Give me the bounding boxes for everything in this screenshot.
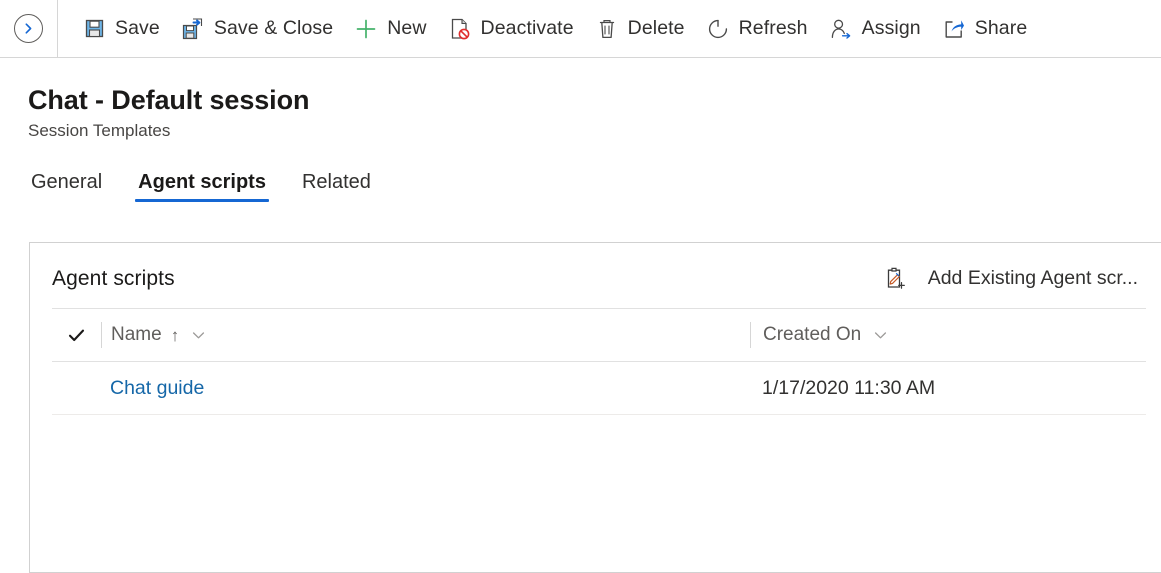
expand-pane-button[interactable]: [14, 14, 43, 43]
grid-body: Chat guide 1/17/2020 11:30 AM: [52, 362, 1146, 415]
refresh-button[interactable]: Refresh: [696, 7, 819, 51]
entity-subtitle: Session Templates: [28, 121, 171, 140]
plus-icon: [355, 18, 377, 40]
record-link-chat-guide[interactable]: Chat guide: [110, 377, 204, 399]
share-button[interactable]: Share: [932, 7, 1039, 51]
add-existing-button-label: Add Existing Agent scr...: [927, 267, 1138, 289]
table-row[interactable]: Chat guide 1/17/2020 11:30 AM: [52, 362, 1146, 415]
assign-button-label: Assign: [861, 17, 921, 39]
command-bar: Save Save & Close New Deactivate Delete …: [0, 0, 1161, 58]
save-and-close-button[interactable]: Save & Close: [171, 7, 344, 51]
cell-created-on: 1/17/2020 11:30 AM: [762, 376, 936, 399]
trash-icon: [596, 18, 618, 40]
add-existing-record-icon: [884, 267, 906, 290]
share-icon: [943, 18, 965, 40]
assign-button[interactable]: Assign: [819, 7, 932, 51]
tab-general[interactable]: General: [28, 170, 105, 202]
subgrid-title: Agent scripts: [52, 266, 175, 290]
save-and-close-button-label: Save & Close: [213, 17, 334, 39]
delete-button[interactable]: Delete: [585, 7, 696, 51]
chevron-down-icon[interactable]: [191, 328, 206, 343]
column-header-created-on-label: Created On: [763, 324, 862, 345]
chevron-right-circle-icon: [25, 23, 32, 34]
cell-name: Chat guide: [52, 377, 701, 400]
grid-header-row: Name ↑ Created On: [52, 308, 1146, 362]
tab-agent-scripts[interactable]: Agent scripts: [135, 170, 269, 202]
new-button[interactable]: New: [344, 7, 437, 51]
delete-button-label: Delete: [627, 17, 685, 39]
agent-scripts-subgrid: Agent scripts Add Existing Agent scr... …: [29, 242, 1161, 573]
checkmark-icon: [68, 329, 85, 341]
command-bar-items: Save Save & Close New Deactivate Delete …: [58, 0, 1038, 58]
tab-related[interactable]: Related: [299, 170, 374, 202]
select-all-checkbox[interactable]: [52, 326, 101, 345]
new-button-label: New: [387, 17, 427, 39]
refresh-icon: [707, 18, 729, 40]
deactivate-button[interactable]: Deactivate: [438, 7, 585, 51]
save-and-close-icon: [182, 17, 204, 40]
tab-strip: General Agent scripts Related: [0, 164, 1161, 202]
deactivate-icon: [449, 18, 471, 40]
assign-user-icon: [830, 18, 852, 40]
column-header-name-label: Name: [111, 324, 162, 345]
chevron-down-icon[interactable]: [873, 328, 888, 343]
record-header: Chat - Default session Session Templates: [0, 58, 1161, 142]
refresh-button-label: Refresh: [738, 17, 808, 39]
save-icon: [83, 18, 105, 40]
deactivate-button-label: Deactivate: [480, 17, 574, 39]
share-button-label: Share: [974, 17, 1028, 39]
sort-ascending-icon: ↑: [170, 325, 180, 345]
save-button-label: Save: [115, 17, 160, 39]
subgrid-header: Agent scripts Add Existing Agent scr...: [30, 243, 1161, 308]
page-title: Chat - Default session: [28, 85, 310, 115]
expand-pane-container: [0, 0, 58, 58]
column-header-created-on[interactable]: Created On: [750, 322, 1146, 348]
column-header-name[interactable]: Name ↑: [101, 322, 750, 348]
save-button[interactable]: Save: [72, 7, 171, 51]
add-existing-agent-script-button[interactable]: Add Existing Agent scr...: [878, 263, 1144, 294]
